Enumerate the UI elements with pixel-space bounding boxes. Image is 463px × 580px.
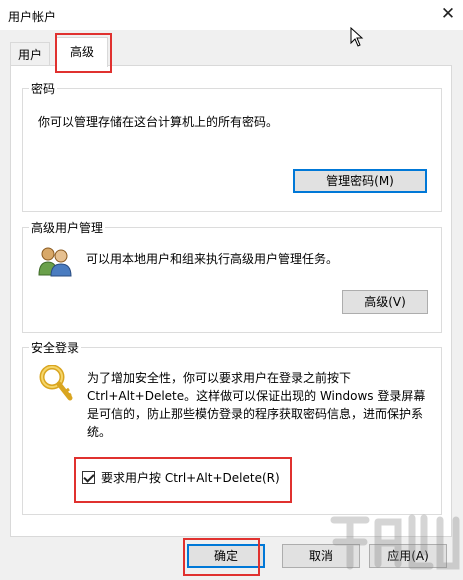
title-bar: 用户帐户 ✕ xyxy=(0,0,463,30)
password-description: 你可以管理存储在这台计算机上的所有密码。 xyxy=(38,115,279,129)
advanced-user-group: 高级用户管理 可以用本地用户和组来执行高级用户管理任务。 高级(V) xyxy=(22,219,442,333)
users-icon xyxy=(38,247,72,277)
tab-advanced[interactable]: 高级 xyxy=(56,37,108,67)
secure-logon-description: 为了增加安全性，你可以要求用户在登录之前按下 Ctrl+Alt+Delete。这… xyxy=(87,371,426,439)
manage-passwords-button[interactable]: 管理密码(M) xyxy=(293,169,427,193)
mouse-cursor-icon xyxy=(350,27,364,47)
require-ctrl-alt-delete-label[interactable]: 要求用户按 Ctrl+Alt+Delete(R) xyxy=(101,469,280,486)
window-title: 用户帐户 xyxy=(8,10,57,24)
tab-panel-advanced: 密码 你可以管理存储在这台计算机上的所有密码。 管理密码(M) 高级用户管理 可… xyxy=(10,65,452,537)
require-ctrl-alt-delete-option[interactable]: 要求用户按 Ctrl+Alt+Delete(R) xyxy=(82,466,280,488)
tab-user[interactable]: 用户 xyxy=(10,42,50,67)
ok-button[interactable]: 确定 xyxy=(187,544,265,568)
close-icon[interactable]: ✕ xyxy=(437,3,459,25)
password-group: 密码 你可以管理存储在这台计算机上的所有密码。 管理密码(M) xyxy=(22,80,442,212)
advanced-user-description: 可以用本地用户和组来执行高级用户管理任务。 xyxy=(86,252,339,266)
advanced-button[interactable]: 高级(V) xyxy=(342,290,428,314)
require-ctrl-alt-delete-checkbox[interactable] xyxy=(82,470,95,484)
secure-logon-group-title: 安全登录 xyxy=(29,339,82,356)
secure-logon-group: 安全登录 为了增加安全性，你可以要求用户在登录之前按下 Ctrl+Alt+Del… xyxy=(22,339,442,515)
password-group-title: 密码 xyxy=(29,80,58,97)
watermark-logo xyxy=(330,514,460,570)
advanced-user-group-title: 高级用户管理 xyxy=(29,219,106,236)
key-icon xyxy=(39,365,73,401)
